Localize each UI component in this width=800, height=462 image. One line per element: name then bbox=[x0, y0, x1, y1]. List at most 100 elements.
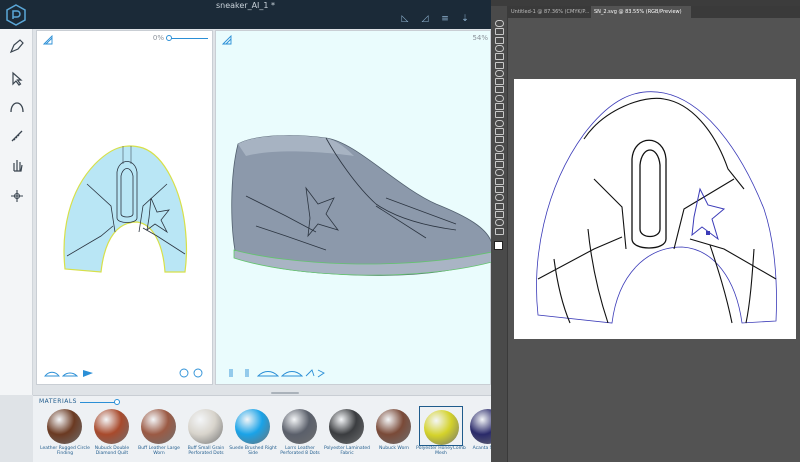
illustrator-tool-icon[interactable] bbox=[495, 69, 504, 77]
illustrator-tool-icon[interactable] bbox=[495, 219, 504, 227]
illustrator-tool-icon[interactable] bbox=[495, 78, 504, 86]
material-swatch bbox=[282, 409, 317, 444]
material-tile[interactable]: Lorrs Leather Perforated 8 Dots bbox=[278, 406, 322, 458]
illustrator-tool-icon[interactable] bbox=[495, 44, 504, 52]
material-swatch-frame bbox=[184, 406, 228, 446]
material-name: Acanta Snake bbox=[472, 446, 491, 451]
material-swatch bbox=[141, 409, 176, 444]
pattern-2d-panel[interactable]: 0% bbox=[36, 30, 213, 385]
illustrator-tool-icon[interactable] bbox=[495, 53, 504, 61]
material-swatch-frame bbox=[325, 406, 369, 446]
panel-resize-handle[interactable] bbox=[271, 392, 299, 394]
camera-view-icons[interactable] bbox=[226, 367, 326, 379]
illustrator-tool-icon[interactable] bbox=[495, 103, 504, 110]
material-swatch bbox=[470, 409, 491, 444]
material-tile[interactable]: Nubuck Double Diamond Quilt bbox=[90, 406, 134, 458]
material-swatch-frame bbox=[466, 406, 491, 446]
illustrator-tool-icon[interactable] bbox=[495, 127, 504, 135]
material-swatch-frame bbox=[419, 406, 463, 446]
material-swatch bbox=[376, 409, 411, 444]
zoom-percent-3d: 54% bbox=[472, 34, 488, 42]
flatten-pattern-icon[interactable]: ◺ bbox=[398, 13, 412, 25]
edit-pattern-icon[interactable]: ◿ bbox=[418, 13, 432, 25]
illustrator-tool-icon[interactable] bbox=[495, 28, 504, 36]
illustrator-tool-icon[interactable] bbox=[495, 36, 504, 44]
select-icon[interactable] bbox=[8, 70, 26, 88]
center-icon[interactable] bbox=[8, 187, 26, 205]
artboard[interactable] bbox=[514, 79, 796, 339]
material-name: Nubuck Double Diamond Quilt bbox=[94, 446, 130, 456]
material-name: Buff Small Grain Perforated Dots bbox=[187, 446, 225, 456]
pen-icon[interactable] bbox=[8, 37, 26, 55]
materials-size-slider[interactable] bbox=[80, 402, 116, 403]
material-name: Polyester HoneyComb Mesh bbox=[416, 446, 466, 456]
view-icons-2d[interactable] bbox=[43, 367, 97, 379]
illustrator-tool-icon[interactable] bbox=[495, 202, 504, 210]
material-swatch bbox=[329, 409, 364, 444]
material-name: Buff Leather Large Worn bbox=[138, 446, 180, 456]
materials-panel: MATERIALS Leather Rugged Circle Finding N… bbox=[33, 392, 491, 462]
material-tile[interactable]: Polyester Laminated Fabric bbox=[323, 406, 371, 458]
illustrator-tool-icon[interactable] bbox=[495, 86, 504, 94]
illustrator-toolbox bbox=[491, 6, 508, 462]
illustrator-tool-icon[interactable] bbox=[495, 61, 504, 69]
curve-icon[interactable] bbox=[8, 97, 26, 115]
illustrator-tool-icon[interactable] bbox=[495, 152, 504, 160]
sneaker-3d-model[interactable] bbox=[226, 126, 491, 281]
material-swatch-frame bbox=[43, 406, 87, 446]
illustrator-tool-icon[interactable] bbox=[495, 210, 504, 218]
sync-icon[interactable]: ⇣ bbox=[458, 13, 472, 25]
pattern-edit-icon[interactable] bbox=[222, 35, 232, 45]
materials-label: MATERIALS bbox=[39, 398, 77, 405]
illustrator-tool-icon[interactable] bbox=[495, 144, 504, 152]
flatten-icon[interactable] bbox=[43, 35, 53, 45]
material-swatch bbox=[424, 410, 459, 445]
material-tile[interactable]: Nubuck Worn bbox=[372, 406, 416, 458]
material-name: Suede Brushed Right Side bbox=[229, 446, 277, 456]
material-swatch-frame bbox=[231, 406, 275, 446]
tab-sn2-svg[interactable]: SN_2.svg @ 83.55% (RGB/Preview) bbox=[591, 6, 691, 18]
material-tile[interactable]: Polyester HoneyComb Mesh bbox=[416, 406, 466, 458]
measure-icon[interactable] bbox=[8, 127, 26, 145]
pattern-2d-shape[interactable] bbox=[57, 136, 197, 276]
material-tile[interactable]: Leather Rugged Circle Finding bbox=[40, 406, 90, 458]
illustrator-tool-icon[interactable] bbox=[495, 186, 504, 193]
material-swatch-frame bbox=[137, 406, 181, 446]
material-tile[interactable]: Buff Small Grain Perforated Dots bbox=[184, 406, 228, 458]
illustrator-tool-icon[interactable] bbox=[495, 161, 504, 169]
materials-size-knob[interactable] bbox=[114, 399, 120, 405]
material-swatch-frame bbox=[372, 406, 416, 446]
illustrator-tool-icon[interactable] bbox=[495, 94, 504, 102]
title-actions: ◺ ◿ ≡ ⇣ bbox=[398, 13, 472, 25]
material-swatch bbox=[94, 409, 129, 444]
illustrator-tool-icon[interactable] bbox=[495, 111, 504, 119]
illustrator-tool-icon[interactable] bbox=[495, 227, 504, 235]
illustrator-tool-icon[interactable] bbox=[495, 194, 504, 202]
viewer-3d-panel[interactable]: 54% bbox=[215, 30, 491, 385]
material-swatch-frame bbox=[278, 406, 322, 446]
document-title: sneaker_AI_1 * bbox=[215, 1, 276, 10]
rotate-icons[interactable] bbox=[177, 367, 207, 379]
zoom-percent-2d: 0% bbox=[152, 34, 164, 42]
tab-untitled[interactable]: Untitled-1 @ 87.36% (CMYK/P... bbox=[508, 6, 591, 18]
zoom-slider-knob[interactable] bbox=[166, 35, 172, 41]
illustrator-tool-icon[interactable] bbox=[495, 136, 504, 144]
material-name: Lorrs Leather Perforated 8 Dots bbox=[280, 446, 320, 456]
material-tile[interactable]: Acanta Snake bbox=[466, 406, 491, 458]
title-bar: sneaker_AI_1 * ◺ ◿ ≡ ⇣ bbox=[0, 0, 491, 29]
hand-icon[interactable] bbox=[8, 156, 26, 174]
fill-stroke-swatch[interactable] bbox=[494, 241, 503, 250]
left-toolbar bbox=[0, 29, 33, 395]
illustrator-tool-icon[interactable] bbox=[495, 20, 504, 27]
illustrator-tool-icon[interactable] bbox=[495, 169, 504, 177]
material-tile[interactable]: Suede Brushed Right Side bbox=[229, 406, 277, 458]
material-tile[interactable]: Buff Leather Large Worn bbox=[137, 406, 181, 458]
material-name: Leather Rugged Circle Finding bbox=[40, 446, 90, 456]
illustrator-tool-icon[interactable] bbox=[495, 119, 504, 127]
more-options-icon[interactable]: ≡ bbox=[438, 13, 452, 25]
material-name: Polyester Laminated Fabric bbox=[323, 446, 371, 456]
svg-pattern-drawing[interactable] bbox=[514, 79, 796, 339]
illustrator-tabs: Untitled-1 @ 87.36% (CMYK/P... SN_2.svg … bbox=[508, 6, 800, 18]
zoom-slider-2d[interactable] bbox=[168, 38, 208, 39]
illustrator-tool-icon[interactable] bbox=[495, 177, 504, 185]
